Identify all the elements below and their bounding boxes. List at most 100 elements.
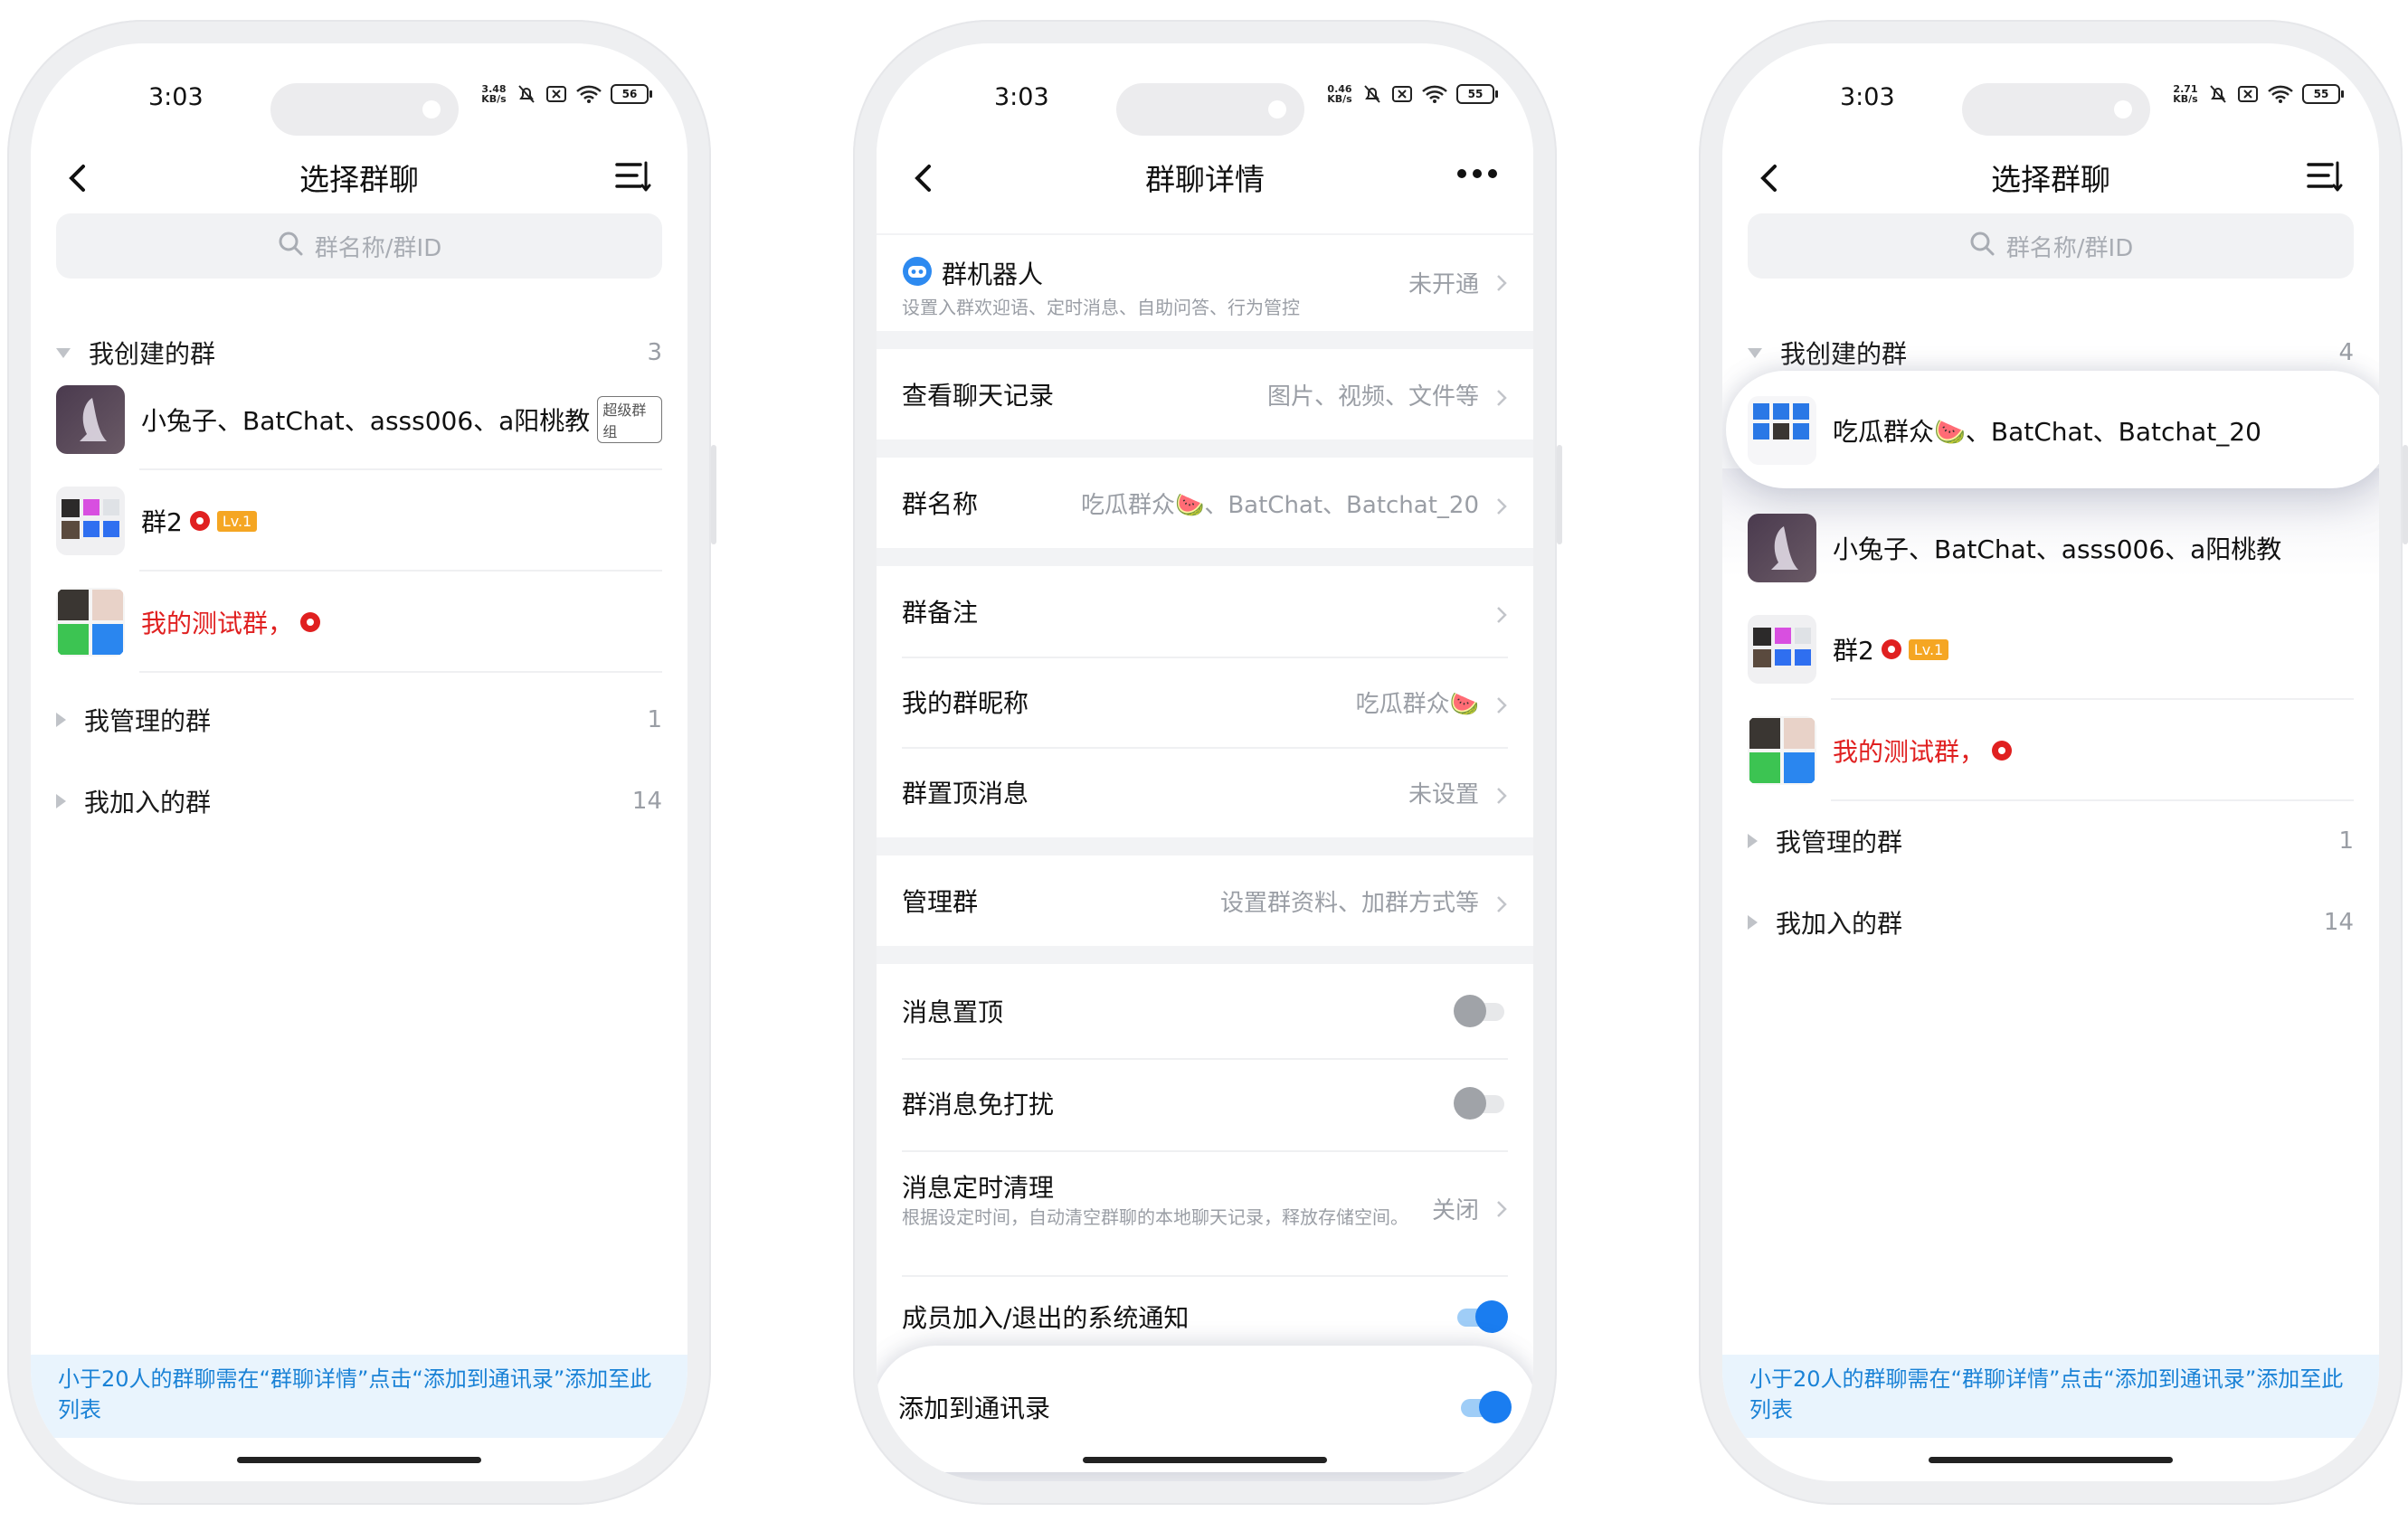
section-managed[interactable]: 我管理的群 1 bbox=[1748, 814, 2354, 868]
cleanup-label: 消息定时清理 bbox=[902, 1173, 1055, 1203]
sort-icon[interactable] bbox=[613, 159, 653, 199]
more-icon[interactable] bbox=[1455, 166, 1499, 184]
home-indicator[interactable] bbox=[237, 1457, 481, 1463]
side-button bbox=[711, 445, 716, 544]
group-info-card: 群备注 我的群昵称 吃瓜群众🍉 群置顶消息 未设置 bbox=[877, 566, 1533, 837]
robot-status: 未开通 bbox=[1408, 271, 1479, 298]
expanded-icon bbox=[1748, 347, 1762, 358]
robot-card[interactable]: 群机器人 设置入群欢迎语、定时消息、自助问答、行为管控 未开通 bbox=[877, 235, 1533, 331]
contacts-toggle[interactable] bbox=[1457, 1391, 1512, 1423]
phone-left: 3:03 3.48 KB/s 56 选择群聊 群名称/群ID 我创建的群 3 小… bbox=[7, 20, 716, 1505]
bell-muted-icon bbox=[516, 83, 537, 105]
nav-header: 选择群聊 bbox=[31, 141, 687, 219]
chevron-right-icon bbox=[1495, 692, 1508, 714]
search-input[interactable]: 群名称/群ID bbox=[1748, 213, 2354, 279]
network-speed: 3.48 KB/s bbox=[481, 83, 507, 105]
home-indicator[interactable] bbox=[1929, 1457, 2173, 1463]
section-managed[interactable]: 我管理的群 1 bbox=[56, 693, 662, 747]
level-badge: Lv.1 bbox=[1908, 638, 1949, 660]
cleanup-desc: 根据设定时间，自动清空群聊的本地聊天记录，释放存储空间。 bbox=[902, 1206, 1408, 1228]
status-bar: 3:03 0.46 KB/s 55 bbox=[877, 43, 1533, 152]
search-icon bbox=[1968, 230, 1996, 263]
search-placeholder: 群名称/群ID bbox=[2005, 234, 2134, 262]
group-row[interactable]: 群2 Lv.1 bbox=[1748, 599, 2354, 700]
group-avatar bbox=[1748, 396, 1816, 465]
side-button bbox=[2403, 445, 2408, 544]
group-name: 群2 bbox=[1833, 636, 1874, 666]
status-icons: 3.48 KB/s 56 bbox=[480, 83, 652, 105]
side-button bbox=[1557, 445, 1562, 544]
mute-label: 群消息免打扰 bbox=[902, 1090, 1055, 1120]
chevron-right-icon bbox=[1495, 891, 1508, 912]
dynamic-island bbox=[1116, 83, 1304, 136]
sim-off-icon bbox=[2237, 84, 2259, 104]
pinned-message-row[interactable]: 群置顶消息 未设置 bbox=[902, 774, 1508, 810]
group-row[interactable]: 吃瓜群众🍉、BatChat、Batchat_20 bbox=[1748, 380, 2368, 481]
status-icons: 0.46 KB/s 55 bbox=[1326, 83, 1498, 105]
nickname-row[interactable]: 我的群昵称 吃瓜群众🍉 bbox=[902, 684, 1508, 720]
network-speed: 0.46 KB/s bbox=[1327, 83, 1352, 105]
search-icon bbox=[277, 230, 304, 263]
page-title: 选择群聊 bbox=[299, 162, 419, 197]
search-placeholder: 群名称/群ID bbox=[314, 234, 442, 262]
sort-icon[interactable] bbox=[2305, 159, 2345, 199]
battery-indicator: 55 bbox=[2302, 84, 2344, 104]
info-banner: 小于20人的群聊需在“群聊详情”点击“添加到通讯录”添加至此列表 bbox=[1722, 1355, 2379, 1438]
select-group-screen-updated: 3:03 2.71 KB/s 55 选择群聊 群名称/群ID 我创建的群 4 吃… bbox=[1722, 43, 2379, 1481]
group-avatar bbox=[56, 588, 125, 657]
cleanup-row[interactable]: 关闭 bbox=[1432, 1192, 1508, 1225]
section-joined[interactable]: 我加入的群 14 bbox=[56, 774, 662, 828]
section-count: 14 bbox=[2323, 909, 2354, 936]
nav-header: 群聊详情 bbox=[877, 141, 1533, 233]
history-row[interactable]: 查看聊天记录 图片、视频、文件等 bbox=[902, 376, 1508, 412]
sysnotice-toggle[interactable] bbox=[1454, 1300, 1508, 1333]
group-name-card[interactable]: 群名称 吃瓜群众🍉、BatChat、Batchat_20 bbox=[877, 458, 1533, 548]
section-count: 14 bbox=[631, 788, 662, 815]
nickname-label: 我的群昵称 bbox=[902, 688, 1029, 718]
clock: 3:03 bbox=[1840, 83, 1895, 111]
robot-desc: 设置入群欢迎语、定时消息、自助问答、行为管控 bbox=[902, 297, 1300, 318]
chevron-right-icon bbox=[1495, 493, 1508, 515]
sysnotice-label: 成员加入/退出的系统通知 bbox=[902, 1303, 1190, 1333]
manage-card[interactable]: 管理群 设置群资料、加群方式等 bbox=[877, 855, 1533, 946]
status-bar: 3:03 2.71 KB/s 55 bbox=[1722, 43, 2379, 152]
section-label: 我管理的群 bbox=[84, 706, 212, 736]
add-to-contacts-row: 添加到通讯录 bbox=[898, 1389, 1512, 1425]
group-row[interactable]: 我的测试群， bbox=[1748, 700, 2354, 801]
collapsed-icon bbox=[56, 794, 66, 808]
section-count: 1 bbox=[2338, 827, 2354, 855]
search-input[interactable]: 群名称/群ID bbox=[56, 213, 662, 279]
group-row[interactable]: 我的测试群， bbox=[56, 572, 662, 673]
wifi-icon bbox=[575, 84, 602, 104]
network-speed: 2.71 KB/s bbox=[2173, 83, 2198, 105]
group-name-row[interactable]: 群名称 吃瓜群众🍉、BatChat、Batchat_20 bbox=[902, 485, 1508, 521]
section-label: 我加入的群 bbox=[1776, 909, 1903, 939]
official-badge-icon bbox=[1992, 741, 2013, 761]
group-avatar bbox=[56, 385, 125, 454]
sysnotice-row: 成员加入/退出的系统通知 bbox=[902, 1299, 1508, 1335]
dynamic-island bbox=[270, 83, 459, 136]
group-row[interactable]: 小兔子、BatChat、asss006、a阳桃教 bbox=[1748, 497, 2354, 599]
info-banner: 小于20人的群聊需在“群聊详情”点击“添加到通讯录”添加至此列表 bbox=[31, 1355, 687, 1438]
sticky-toggle[interactable] bbox=[1454, 995, 1508, 1027]
group-name: 群2 bbox=[141, 507, 183, 537]
collapsed-icon bbox=[56, 713, 66, 727]
history-card[interactable]: 查看聊天记录 图片、视频、文件等 bbox=[877, 349, 1533, 439]
collapsed-icon bbox=[1748, 834, 1758, 848]
chevron-right-icon bbox=[1495, 1199, 1508, 1219]
section-joined[interactable]: 我加入的群 14 bbox=[1748, 895, 2354, 950]
manage-label: 管理群 bbox=[902, 887, 979, 917]
remark-row[interactable]: 群备注 bbox=[902, 593, 1508, 629]
history-value: 图片、视频、文件等 bbox=[1266, 383, 1479, 411]
chevron-right-icon bbox=[1495, 601, 1508, 623]
group-row[interactable]: 群2 Lv.1 bbox=[56, 470, 662, 572]
group-row[interactable]: 小兔子、BatChat、asss006、a阳桃教 超级群组 bbox=[56, 369, 662, 470]
section-count: 3 bbox=[647, 339, 662, 366]
mute-toggle[interactable] bbox=[1454, 1087, 1508, 1120]
mute-row: 群消息免打扰 bbox=[902, 1085, 1508, 1121]
group-avatar bbox=[1748, 615, 1816, 684]
group-name: 我的测试群， bbox=[1833, 737, 1986, 767]
manage-row[interactable]: 管理群 设置群资料、加群方式等 bbox=[902, 883, 1508, 919]
group-avatar bbox=[1748, 514, 1816, 582]
home-indicator[interactable] bbox=[1083, 1457, 1327, 1463]
